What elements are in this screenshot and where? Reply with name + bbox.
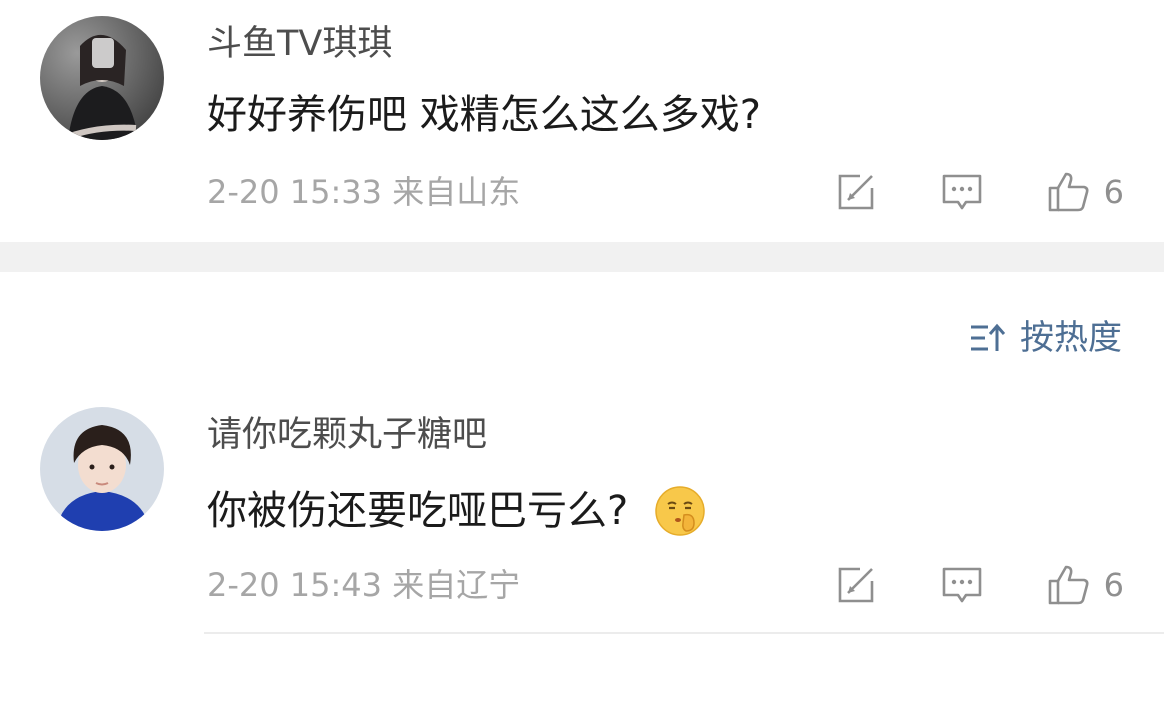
comment-actions: 6 xyxy=(834,170,1124,214)
comment-time: 2-20 15:43 xyxy=(207,566,383,604)
avatar-boy-icon xyxy=(40,407,164,531)
sort-by-hot-button[interactable]: 按热度 xyxy=(968,316,1122,360)
repost-icon[interactable] xyxy=(834,170,878,214)
comment-text-content: 你被伤还要吃哑巴亏么? xyxy=(207,488,629,534)
like-count: 6 xyxy=(1103,566,1124,604)
comment-location: 来自山东 xyxy=(392,173,521,211)
shush-face-emoji-icon xyxy=(655,486,705,536)
comment-divider xyxy=(204,632,1164,634)
comment-time: 2-20 15:33 xyxy=(207,173,383,211)
avatar-girl-icon xyxy=(40,16,164,140)
comment-text: 你被伤还要吃哑巴亏么? xyxy=(207,485,706,537)
user-avatar[interactable] xyxy=(40,407,164,531)
user-avatar[interactable] xyxy=(40,16,164,140)
comment-icon[interactable] xyxy=(940,563,984,607)
comment-meta: 2-20 15:33 来自山东 xyxy=(207,172,520,212)
comment-location: 来自辽宁 xyxy=(392,566,521,604)
comment-meta: 2-20 15:43 来自辽宁 xyxy=(207,565,520,605)
sort-icon xyxy=(971,323,1006,351)
comment-username[interactable]: 斗鱼TV琪琪 xyxy=(207,24,392,64)
thumbs-up-icon[interactable] xyxy=(1046,563,1090,607)
comment-text: 好好养伤吧 戏精怎么这么多戏? xyxy=(207,91,761,139)
comment-icon[interactable] xyxy=(940,170,984,214)
sort-label: 按热度 xyxy=(1020,318,1122,358)
comment-actions: 6 xyxy=(834,563,1124,607)
comment-text-content: 好好养伤吧 戏精怎么这么多戏? xyxy=(207,92,761,138)
comment-item: 斗鱼TV琪琪 好好养伤吧 戏精怎么这么多戏? 2-20 15:33 来自山东 6 xyxy=(0,0,1164,242)
like-count: 6 xyxy=(1103,173,1124,211)
comment-feed: 斗鱼TV琪琪 好好养伤吧 戏精怎么这么多戏? 2-20 15:33 来自山东 6… xyxy=(0,0,1164,705)
comment-item: 请你吃颗丸子糖吧 你被伤还要吃哑巴亏么? 2-20 15:43 来自辽宁 6 xyxy=(0,395,1164,635)
section-separator xyxy=(0,242,1164,272)
thumbs-up-icon[interactable] xyxy=(1046,170,1090,214)
comment-username[interactable]: 请你吃颗丸子糖吧 xyxy=(207,415,487,455)
repost-icon[interactable] xyxy=(834,563,878,607)
